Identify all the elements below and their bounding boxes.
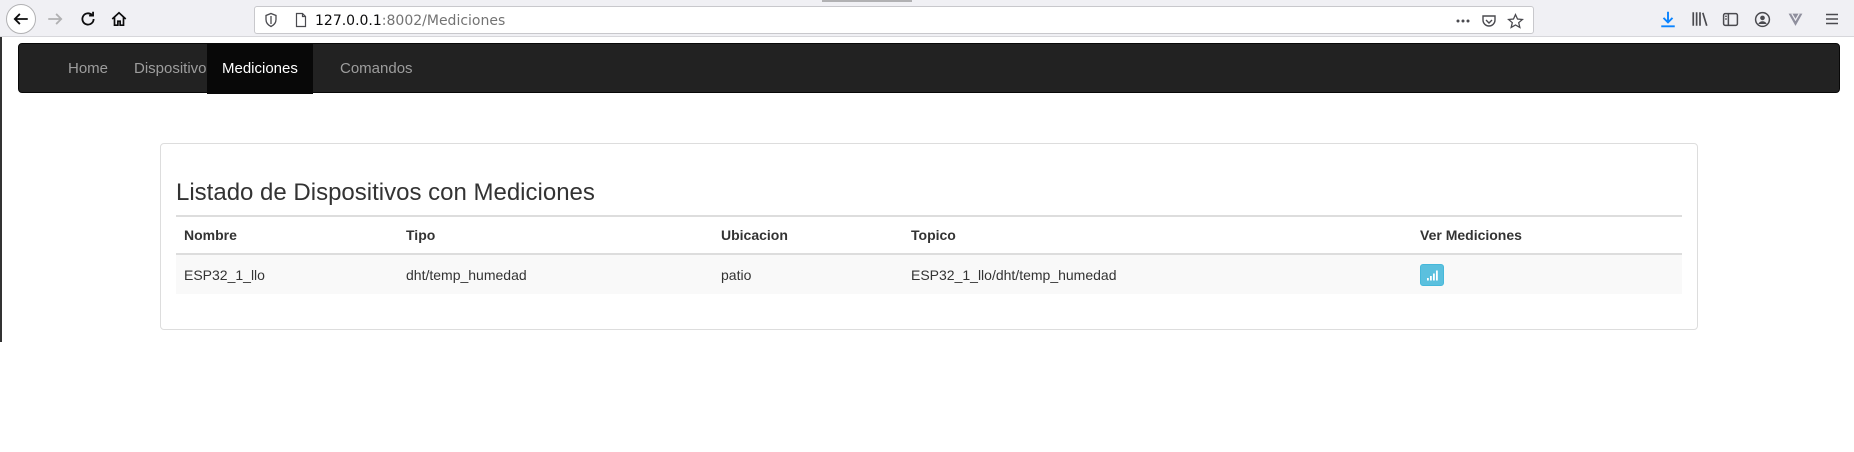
back-icon — [13, 13, 28, 25]
reload-button[interactable] — [73, 4, 103, 34]
nav-item-mediciones[interactable]: Mediciones — [207, 44, 313, 94]
menu-icon — [1826, 13, 1838, 25]
pocket-button[interactable] — [1479, 11, 1499, 31]
url-bar[interactable]: 127.0.0.1:8002/Mediciones — [254, 6, 1534, 34]
table-row: ESP32_1_llo dht/temp_humedad patio ESP32… — [176, 254, 1682, 294]
library-button[interactable] — [1690, 9, 1710, 29]
page-icon[interactable] — [293, 12, 309, 28]
cell-topico: ESP32_1_llo/dht/temp_humedad — [903, 254, 1412, 294]
devices-panel: Listado de Dispositivos con Mediciones N… — [160, 143, 1698, 330]
cell-ver-mediciones — [1412, 254, 1682, 294]
forward-icon — [48, 13, 63, 25]
extension-icon — [1788, 12, 1802, 26]
tab-indicator — [822, 0, 912, 2]
nav-item-home[interactable]: Home — [53, 44, 123, 94]
home-button[interactable] — [104, 4, 134, 34]
menu-button[interactable] — [1822, 9, 1842, 29]
account-button[interactable] — [1752, 9, 1772, 29]
pocket-icon — [1482, 15, 1496, 27]
bookmark-button[interactable] — [1505, 11, 1525, 31]
sidebar-button[interactable] — [1720, 9, 1740, 29]
table-header-row: Nombre Tipo Ubicacion Topico Ver Medicio… — [176, 215, 1682, 255]
top-navbar: Home Dispositivos Mediciones Comandos — [18, 43, 1840, 94]
forward-button[interactable] — [40, 4, 70, 34]
star-icon — [1506, 12, 1524, 29]
header-ubicacion: Ubicacion — [713, 215, 903, 255]
cell-nombre: ESP32_1_llo — [176, 254, 398, 294]
url-host: 127.0.0.1 — [315, 13, 382, 29]
page-title: Listado de Dispositivos con Mediciones — [176, 179, 595, 206]
header-tipo: Tipo — [398, 215, 713, 255]
shield-icon[interactable] — [263, 12, 279, 28]
cell-tipo: dht/temp_humedad — [398, 254, 713, 294]
header-ver-mediciones: Ver Mediciones — [1412, 215, 1682, 255]
url-path: :8002/Mediciones — [381, 13, 506, 29]
page-edge — [0, 37, 2, 342]
reload-icon — [81, 11, 95, 26]
header-topico: Topico — [903, 215, 1412, 255]
back-button[interactable] — [6, 4, 36, 34]
page-actions-button[interactable] — [1453, 11, 1473, 31]
url-text[interactable]: 127.0.0.1:8002/Mediciones — [315, 12, 505, 30]
sidebar-icon — [1722, 12, 1738, 26]
devices-table: Nombre Tipo Ubicacion Topico Ver Medicio… — [176, 215, 1682, 294]
cell-ubicacion: patio — [713, 254, 903, 294]
browser-toolbar: 127.0.0.1:8002/Mediciones — [0, 0, 1854, 37]
header-nombre: Nombre — [176, 215, 398, 255]
downloads-button[interactable] — [1658, 9, 1678, 29]
ver-mediciones-button[interactable] — [1420, 263, 1444, 286]
signal-bars-icon — [1427, 270, 1438, 280]
account-icon — [1754, 11, 1770, 27]
nav-item-comandos[interactable]: Comandos — [325, 44, 428, 94]
library-icon — [1692, 12, 1708, 26]
download-icon — [1661, 11, 1675, 28]
more-icon — [1456, 19, 1470, 23]
home-icon — [111, 11, 127, 27]
extension-button[interactable] — [1785, 9, 1805, 29]
